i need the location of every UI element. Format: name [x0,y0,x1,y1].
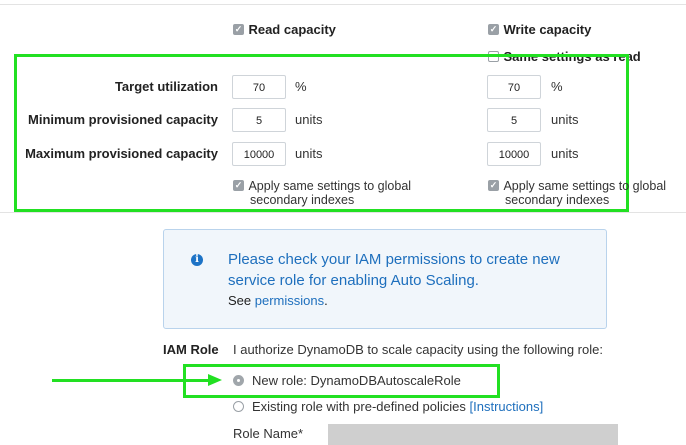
iam-role-description: I authorize DynamoDB to scale capacity u… [233,342,603,357]
info-see-line: See permissions. [228,293,328,308]
read-capacity-label: Read capacity [248,22,336,37]
write-capacity-label: Write capacity [503,22,592,37]
existing-role-label: Existing role with pre-defined policies [252,399,466,414]
checkmark-icon: ✓ [488,180,499,192]
checkmark-icon: ✓ [488,24,499,36]
read-max-input[interactable]: 10000 [232,142,286,166]
checkmark-icon: ✓ [233,180,244,192]
info-icon: i [191,254,203,266]
see-prefix: See [228,293,255,308]
write-max-input[interactable]: 10000 [487,142,541,166]
info-line-1: Please check your IAM permissions to cre… [228,251,560,268]
min-capacity-label: Minimum provisioned capacity [28,112,218,127]
instructions-link[interactable]: [Instructions] [470,399,544,414]
section-divider [0,212,686,213]
read-capacity-checkbox[interactable]: ✓ Read capacity [233,21,336,39]
new-role-radio[interactable] [233,375,244,386]
write-min-unit: units [551,112,579,127]
checkmark-icon: ✓ [233,24,244,36]
existing-role-radio[interactable] [233,401,244,412]
iam-role-label: IAM Role [163,342,219,357]
write-apply-gsi-label: Apply same settings to global [503,179,667,193]
permissions-link[interactable]: permissions [255,293,324,308]
read-target-input[interactable]: 70 [232,75,286,99]
read-apply-gsi-label-line2: secondary indexes [250,193,355,207]
read-target-unit: % [295,79,307,94]
read-min-input[interactable]: 5 [232,108,286,132]
write-capacity-checkbox[interactable]: ✓ Write capacity [488,21,591,39]
write-max-unit: units [551,146,579,161]
top-divider [0,4,686,5]
role-name-input[interactable] [328,424,618,445]
read-min-unit: units [295,112,323,127]
write-apply-gsi-label-line2: secondary indexes [505,193,610,207]
see-suffix: . [324,293,328,308]
existing-role-option: Existing role with pre-defined policies … [252,399,543,414]
max-capacity-label: Maximum provisioned capacity [25,146,218,161]
arrow-right-icon [208,374,222,386]
role-name-label: Role Name* [233,426,304,441]
write-target-input[interactable]: 70 [487,75,541,99]
new-role-label: New role: DynamoDBAutoscaleRole [252,373,461,388]
write-target-unit: % [551,79,563,94]
read-max-unit: units [295,146,323,161]
highlight-arrow-line [52,379,210,382]
read-apply-gsi-label: Apply same settings to global [248,179,412,193]
info-line-2: service role for enabling Auto Scaling. [228,272,479,289]
write-min-input[interactable]: 5 [487,108,541,132]
target-utilization-label: Target utilization [114,79,218,94]
